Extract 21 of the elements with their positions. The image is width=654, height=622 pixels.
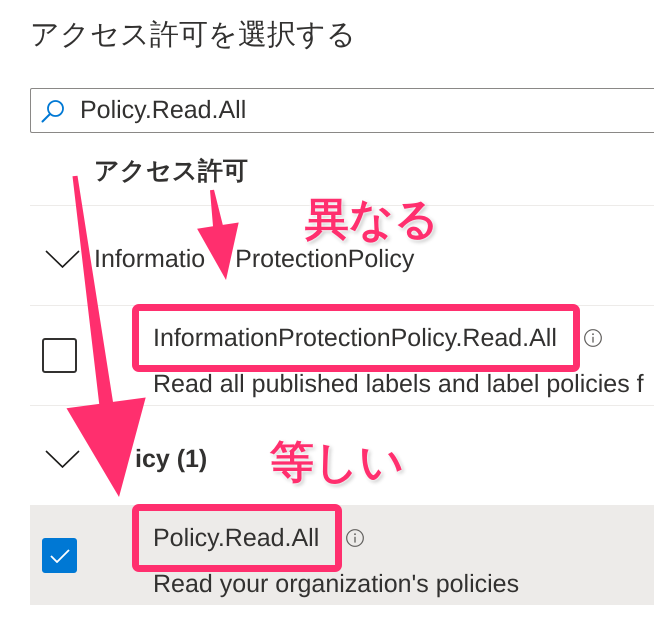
annotation-label: 等しい: [270, 439, 404, 487]
permission-description: Read all published labels and label policies f: [152, 372, 644, 396]
permission-description: Read your organization's policies: [152, 572, 520, 596]
column-header: アクセス許可: [94, 156, 248, 186]
page-title: アクセス許可を選択する: [30, 18, 356, 53]
permission-name: InformationProtectionPolicy.Read.All: [153, 323, 557, 353]
group-label: Informatio: [94, 246, 206, 270]
selected-row[interactable]: Policy.Read.All Read your organization's policies: [30, 505, 654, 605]
search-field[interactable]: Policy.Read.All: [30, 88, 654, 133]
group-label: ProtectionPolicy: [235, 246, 414, 270]
checkbox[interactable]: [42, 538, 77, 573]
info-icon[interactable]: [346, 529, 364, 547]
chevron-down-icon[interactable]: [45, 250, 80, 268]
group-label: icy (1): [135, 446, 208, 470]
permission-name: Policy.Read.All: [153, 523, 320, 553]
chevron-down-icon[interactable]: [45, 450, 80, 468]
checkbox[interactable]: [42, 338, 77, 373]
checkmark-icon: [50, 548, 70, 562]
annotation-label: 異なる: [305, 196, 439, 244]
info-icon[interactable]: [584, 329, 602, 347]
search-icon: [41, 98, 65, 122]
